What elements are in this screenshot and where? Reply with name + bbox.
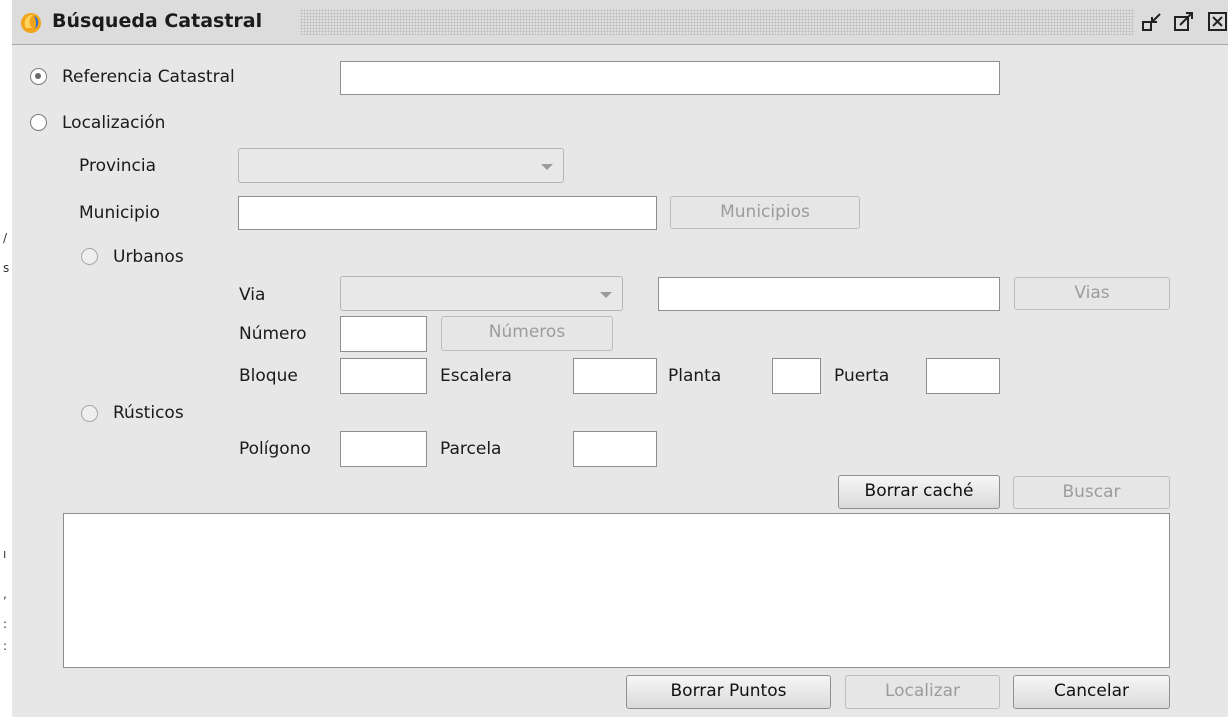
municipios-button[interactable]: Municipios	[670, 196, 860, 229]
bloque-label: Bloque	[239, 366, 298, 386]
edge-mark: :	[3, 617, 8, 631]
planta-label: Planta	[668, 366, 722, 386]
chevron-down-icon	[541, 163, 553, 170]
puerta-label: Puerta	[834, 366, 890, 386]
busqueda-catastral-dialog: Búsqueda Catastral Referencia Catastral …	[12, 0, 1228, 717]
chevron-down-icon	[600, 291, 612, 298]
maximize-icon[interactable]	[1172, 10, 1196, 34]
provincia-label: Provincia	[79, 156, 157, 176]
vias-button[interactable]: Vias	[1014, 277, 1170, 310]
parcela-label: Parcela	[440, 439, 502, 459]
parcela-input[interactable]	[573, 431, 657, 467]
via-select[interactable]	[340, 276, 623, 311]
edge-mark: ı	[3, 547, 7, 561]
buscar-button[interactable]: Buscar	[1013, 476, 1170, 509]
via-text-input[interactable]	[658, 277, 1000, 311]
via-label: Via	[239, 285, 266, 305]
close-icon[interactable]	[1206, 10, 1228, 34]
localizacion-radio[interactable]	[30, 114, 47, 131]
poligono-input[interactable]	[340, 431, 427, 467]
radio-selected-dot	[35, 73, 41, 79]
cancelar-button[interactable]: Cancelar	[1013, 675, 1170, 709]
numero-label: Número	[239, 324, 307, 344]
minimize-icon[interactable]	[1140, 10, 1164, 34]
background-window-edge: / s ı , : :	[0, 0, 12, 717]
planta-input[interactable]	[772, 358, 821, 394]
municipio-label: Municipio	[79, 203, 160, 223]
referencia-catastral-input[interactable]	[340, 61, 1000, 95]
numero-input[interactable]	[340, 316, 427, 352]
rusticos-label: Rústicos	[113, 403, 184, 423]
poligono-label: Polígono	[239, 439, 311, 459]
rusticos-radio[interactable]	[81, 405, 98, 422]
numeros-button[interactable]: Números	[441, 316, 613, 351]
app-logo-icon	[21, 13, 41, 33]
referencia-catastral-radio[interactable]	[30, 68, 47, 85]
edge-mark: ,	[3, 587, 7, 601]
urbanos-radio[interactable]	[81, 248, 98, 265]
edge-mark: :	[3, 639, 8, 653]
edge-mark: /	[3, 231, 8, 245]
referencia-catastral-label: Referencia Catastral	[62, 67, 235, 87]
puerta-input[interactable]	[926, 358, 1000, 394]
escalera-input[interactable]	[573, 358, 657, 394]
localizar-button[interactable]: Localizar	[845, 675, 1000, 709]
localizacion-label: Localización	[62, 113, 166, 133]
results-list[interactable]	[63, 513, 1170, 668]
title-bar-hatch	[300, 9, 1134, 35]
window-title: Búsqueda Catastral	[52, 10, 263, 32]
borrar-puntos-button[interactable]: Borrar Puntos	[626, 675, 831, 709]
escalera-label: Escalera	[440, 366, 512, 386]
title-bar[interactable]: Búsqueda Catastral	[12, 0, 1228, 45]
bloque-input[interactable]	[340, 358, 427, 394]
edge-mark: s	[3, 261, 10, 275]
provincia-select[interactable]	[238, 148, 564, 183]
borrar-cache-button[interactable]: Borrar caché	[838, 475, 1000, 509]
municipio-input[interactable]	[238, 196, 657, 230]
urbanos-label: Urbanos	[113, 247, 184, 267]
